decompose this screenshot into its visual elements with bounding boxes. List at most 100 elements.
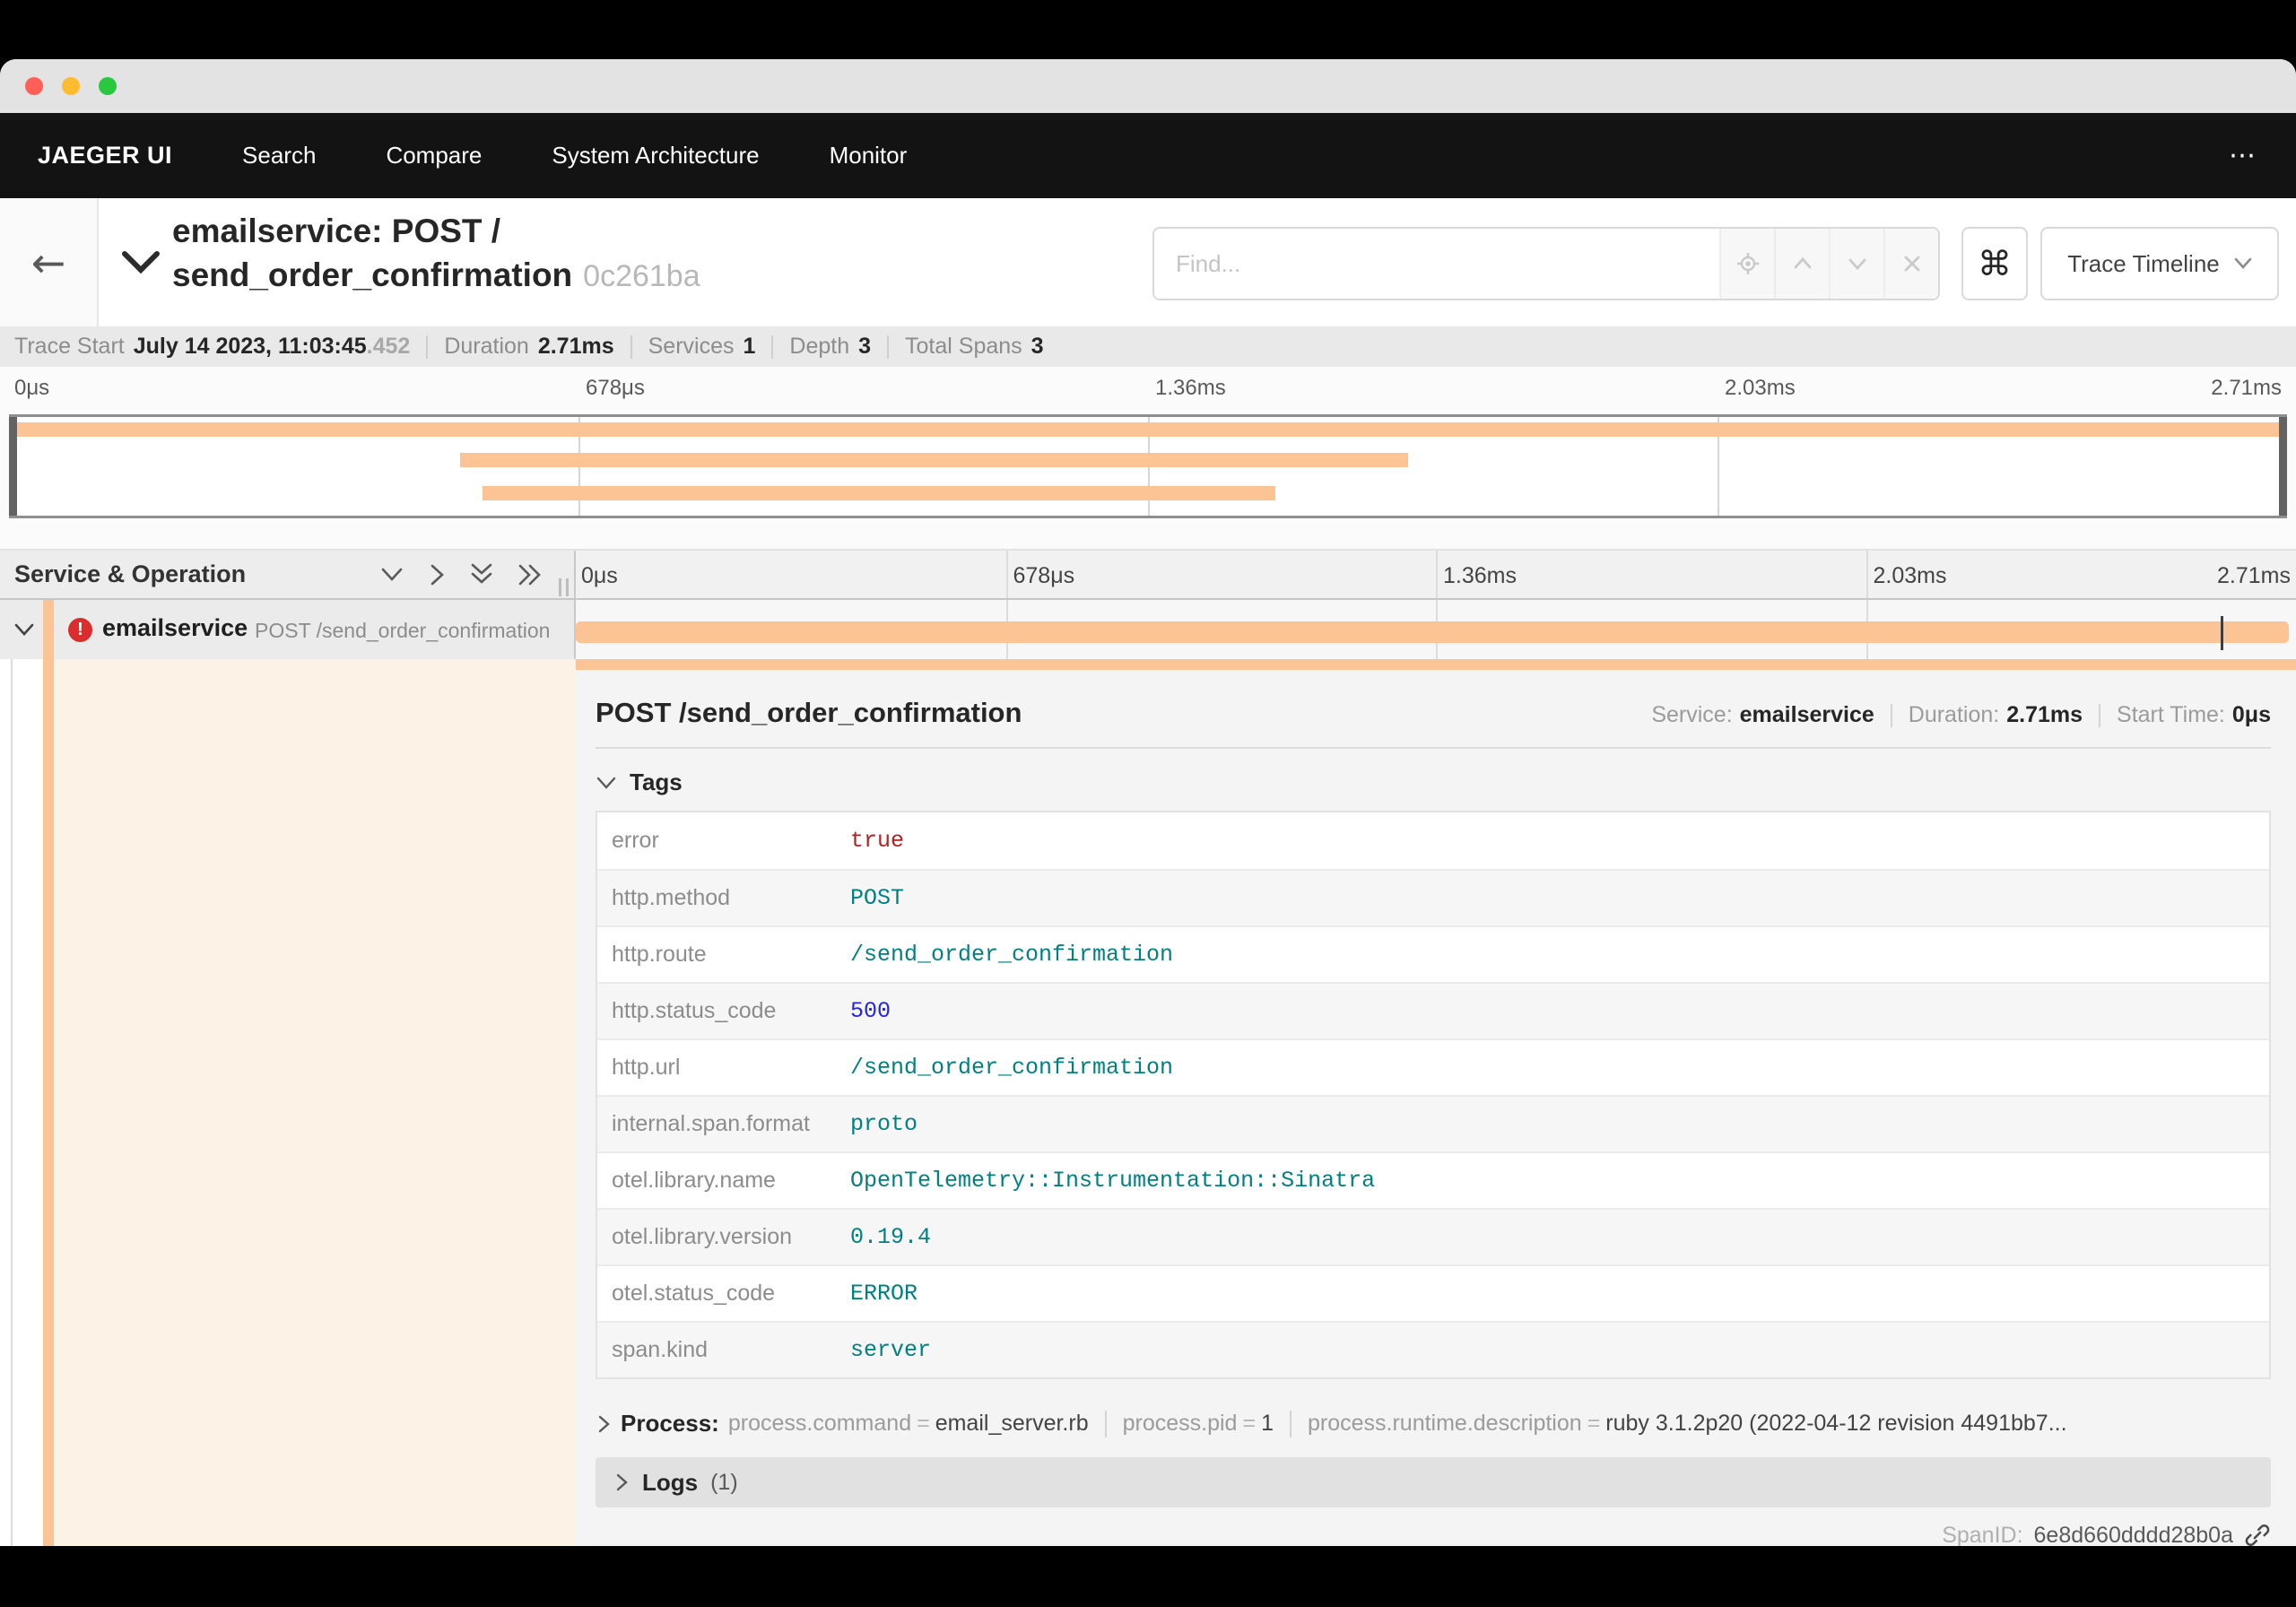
minimap-tick-label: 2.71ms: [2211, 376, 2282, 400]
collapse-trace-title-icon[interactable]: [120, 248, 161, 280]
tag-key: span.kind: [612, 1337, 709, 1362]
divider: [630, 334, 632, 359]
meta-value-suffix: .452: [366, 334, 411, 359]
detail-meta-value: 0μs: [2231, 702, 2271, 727]
back-arrow-icon: ←: [30, 238, 66, 287]
collapse-one-level-icon[interactable]: [378, 565, 405, 585]
span-detail-meta: Service: emailservice Duration: 2.71ms Start…: [1651, 702, 2271, 728]
timeline-tick-label: 2.71ms: [2217, 563, 2291, 588]
span-row: ! emailservice POST /send_order_confirma…: [0, 600, 2296, 659]
expand-all-icon[interactable]: [517, 562, 544, 587]
tag-row-span-kind: span.kind server: [597, 1321, 2269, 1377]
tag-row-http-url: http.url/send_order_confirmation: [597, 1038, 2269, 1095]
tag-value: OpenTelemetry::Instrumentation::Sinatra: [850, 1168, 1376, 1194]
top-navbar: JAEGER UI Search Compare System Architectu…: [0, 113, 2296, 198]
tag-row-http-method: http.method POST: [597, 869, 2269, 925]
collapse-all-icon[interactable]: [468, 562, 495, 587]
meta-value: 3: [858, 334, 872, 359]
error-icon: !: [68, 618, 92, 642]
minimize-window-icon[interactable]: [62, 77, 80, 95]
find-prev-button[interactable]: [1774, 229, 1829, 299]
tag-value: proto: [850, 1111, 918, 1137]
minimap-right-scrubber-handle[interactable]: [2279, 417, 2287, 516]
span-grid-header: Service & Operation 0μs 678μs 1.36ms 2.0…: [0, 549, 2296, 600]
trace-view-selector-label: Trace Timeline: [2067, 249, 2220, 277]
minimap-canvas[interactable]: [9, 414, 2287, 518]
service-operation-label: Service & Operation: [14, 560, 247, 587]
trace-meta-total-spans: Total Spans 3: [905, 334, 1044, 360]
detail-meta-value: 2.71ms: [2006, 702, 2083, 727]
jaeger-logo[interactable]: JAEGER UI: [38, 142, 172, 169]
tag-value: /send_order_confirmation: [850, 1055, 1174, 1081]
divider: [887, 334, 890, 359]
nav-item-monitor[interactable]: Monitor: [830, 142, 908, 169]
process-process-pid: process.pid = 1: [1123, 1411, 1274, 1437]
timeline-tick-label: 678μs: [1013, 563, 1075, 588]
trace-view-selector[interactable]: Trace Timeline: [2040, 227, 2279, 300]
overflow-menu-icon[interactable]: ⋯: [2229, 140, 2258, 171]
nav-item-search[interactable]: Search: [242, 142, 316, 169]
process-value: 1: [1261, 1411, 1274, 1436]
tag-key: http.route: [612, 942, 707, 967]
column-resize-grip[interactable]: [559, 578, 569, 596]
zoom-window-icon[interactable]: [99, 77, 117, 95]
minimap-left-scrubber-handle[interactable]: [9, 417, 17, 516]
tags-section-toggle[interactable]: Tags: [596, 769, 2271, 796]
tag-key: error: [612, 828, 659, 853]
span-color-stripe: [43, 659, 54, 1546]
span-detail-panel: POST /send_order_confirmation Service: em…: [576, 659, 2296, 1546]
trace-meta-duration: Duration 2.71ms: [444, 334, 613, 360]
collapse-span-icon[interactable]: [13, 621, 36, 638]
meta-value: 3: [1031, 334, 1044, 359]
minimap-tick-label: 0μs: [14, 376, 50, 400]
macos-titlebar: [0, 59, 2296, 113]
span-row-timeline-cell: [576, 600, 2296, 659]
clear-find-icon[interactable]: [1883, 229, 1938, 299]
locate-button[interactable]: [1719, 229, 1774, 299]
span-color-stripe: [43, 600, 54, 659]
span-indent-tint: [54, 659, 576, 1546]
tags-table: error true http.method POST http.route/send_…: [596, 811, 2271, 1379]
tag-key: http.method: [612, 885, 731, 910]
tag-value: ERROR: [850, 1281, 918, 1307]
tag-row-http-route: http.route/send_order_confirmation: [597, 925, 2269, 982]
find-bar: [1152, 227, 1940, 300]
close-window-icon[interactable]: [25, 77, 43, 95]
meta-value: July 14 2023, 11:03:45: [133, 334, 367, 359]
deep-link-icon[interactable]: [2244, 1522, 2271, 1546]
nav-item-system-architecture[interactable]: System Architecture: [552, 142, 759, 169]
span-operation-name: POST /send_order_confirmation: [255, 619, 551, 642]
find-input[interactable]: [1154, 229, 1719, 299]
logs-section-toggle[interactable]: Logs (1): [596, 1457, 2271, 1507]
minimap-tick-label: 1.36ms: [1155, 376, 1226, 400]
trace-page-header: ← emailservice: POST / send_order_confir…: [0, 198, 2296, 326]
span-detail-title: POST /send_order_confirmation: [596, 697, 1022, 728]
timeline-header: 0μs 678μs 1.36ms 2.03ms 2.71ms: [576, 551, 2296, 598]
find-next-button[interactable]: [1829, 229, 1883, 299]
tag-row-otel-library-name: otel.library.name OpenTelemetry::Instrume…: [597, 1151, 2269, 1208]
divider: [596, 747, 2271, 749]
keyboard-shortcuts-button[interactable]: ⌘: [1961, 227, 2028, 300]
chevron-down-icon: [596, 777, 616, 789]
minimap-tick-label: 678μs: [586, 376, 645, 400]
tag-value: /send_order_confirmation: [850, 942, 1174, 968]
minimap-span-bar: [9, 422, 2287, 437]
trace-meta-trace-start: Trace Start July 14 2023, 11:03:45.452: [14, 334, 410, 360]
tag-row-otel-status-code: otel.status_code ERROR: [597, 1264, 2269, 1321]
minimap-span-bar: [459, 453, 1408, 467]
process-key: process.command: [727, 1411, 912, 1436]
back-button[interactable]: ←: [0, 198, 99, 326]
span-row-service-cell[interactable]: ! emailservice POST /send_order_confirma…: [0, 600, 576, 659]
app-window: JAEGER UI Search Compare System Architectu…: [0, 59, 2296, 1546]
process-section-toggle[interactable]: Process: process.command = email_server.rb…: [596, 1410, 2271, 1438]
nav-item-compare[interactable]: Compare: [386, 142, 482, 169]
nav-items: Search Compare System Architecture Monitor: [172, 142, 907, 169]
timeline-tick-label: 2.03ms: [1873, 563, 1947, 588]
tags-section-label: Tags: [630, 769, 683, 795]
equals-sign: =: [917, 1411, 930, 1436]
divider: [1289, 1410, 1292, 1438]
span-duration-bar[interactable]: [576, 621, 2289, 643]
expand-one-level-icon[interactable]: [427, 562, 447, 587]
trace-title: emailservice: POST / send_order_confirma…: [172, 209, 700, 299]
span-log-marker[interactable]: [2220, 616, 2223, 650]
